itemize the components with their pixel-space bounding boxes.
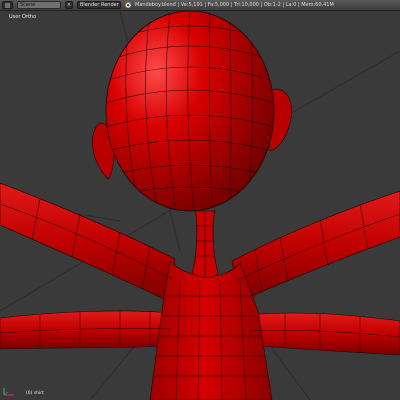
close-icon: × [66, 2, 72, 8]
editor-type-button[interactable] [2, 1, 13, 9]
upper-arm-right [231, 190, 400, 302]
view-mode-label: User Ortho [9, 14, 37, 20]
scene-selector[interactable]: Scene [17, 1, 61, 9]
scene-close-button[interactable]: × [65, 1, 73, 9]
scene-statistics: Mandeboy.blend | Ve:5,191 | Fa:5,000 | T… [135, 2, 334, 8]
scene-label: Scene [20, 2, 36, 8]
blender-logo-icon [125, 2, 131, 8]
axis-gizmo-icon [3, 388, 14, 396]
viewport-canvas[interactable] [0, 11, 400, 400]
upper-arm-left [0, 182, 176, 302]
lower-arm-left [0, 310, 171, 350]
info-header: Scene × Blender Render Mandeboy.blend | … [0, 0, 400, 11]
grid-icon [5, 2, 10, 8]
3d-viewport[interactable]: User Ortho (0) shirt [0, 11, 400, 400]
render-engine-selector[interactable]: Blender Render [77, 1, 121, 9]
frame-object-info: (0) shirt [26, 391, 44, 396]
render-engine-label: Blender Render [80, 2, 119, 8]
head [105, 11, 275, 212]
